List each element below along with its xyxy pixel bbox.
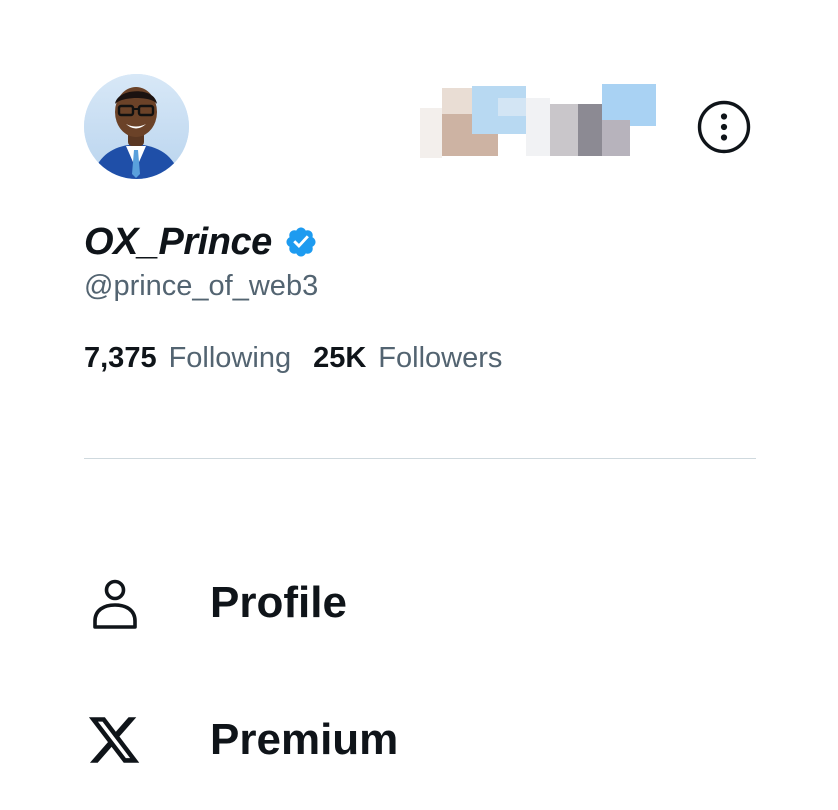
menu-item-label: Profile [210, 578, 347, 627]
account-switcher[interactable] [420, 78, 656, 158]
user-handle: @prince_of_web3 [84, 270, 319, 302]
followers-link[interactable]: 25K Followers [313, 342, 502, 375]
following-label: Following [168, 342, 292, 374]
followers-count: 25K [313, 342, 367, 374]
verified-badge-icon [286, 227, 316, 257]
following-link[interactable]: 7,375 Following [84, 342, 291, 375]
follow-stats: 7,375 Following 25K Followers [84, 342, 502, 375]
avatar-photo [84, 74, 189, 179]
display-name-row[interactable]: OX_Prince [84, 218, 318, 266]
menu-item-profile[interactable]: Profile [84, 568, 584, 638]
person-icon [84, 571, 148, 635]
menu-item-label: Premium [210, 715, 399, 764]
more-options-button[interactable] [697, 100, 751, 154]
more-vertical-circle-icon [697, 100, 751, 154]
display-name: OX_Prince [84, 220, 272, 263]
menu-item-premium[interactable]: Premium [84, 705, 584, 775]
x-logo-icon [84, 708, 148, 772]
followers-label: Followers [378, 342, 503, 374]
divider [84, 458, 756, 459]
avatar[interactable] [84, 74, 189, 179]
following-count: 7,375 [84, 342, 157, 374]
